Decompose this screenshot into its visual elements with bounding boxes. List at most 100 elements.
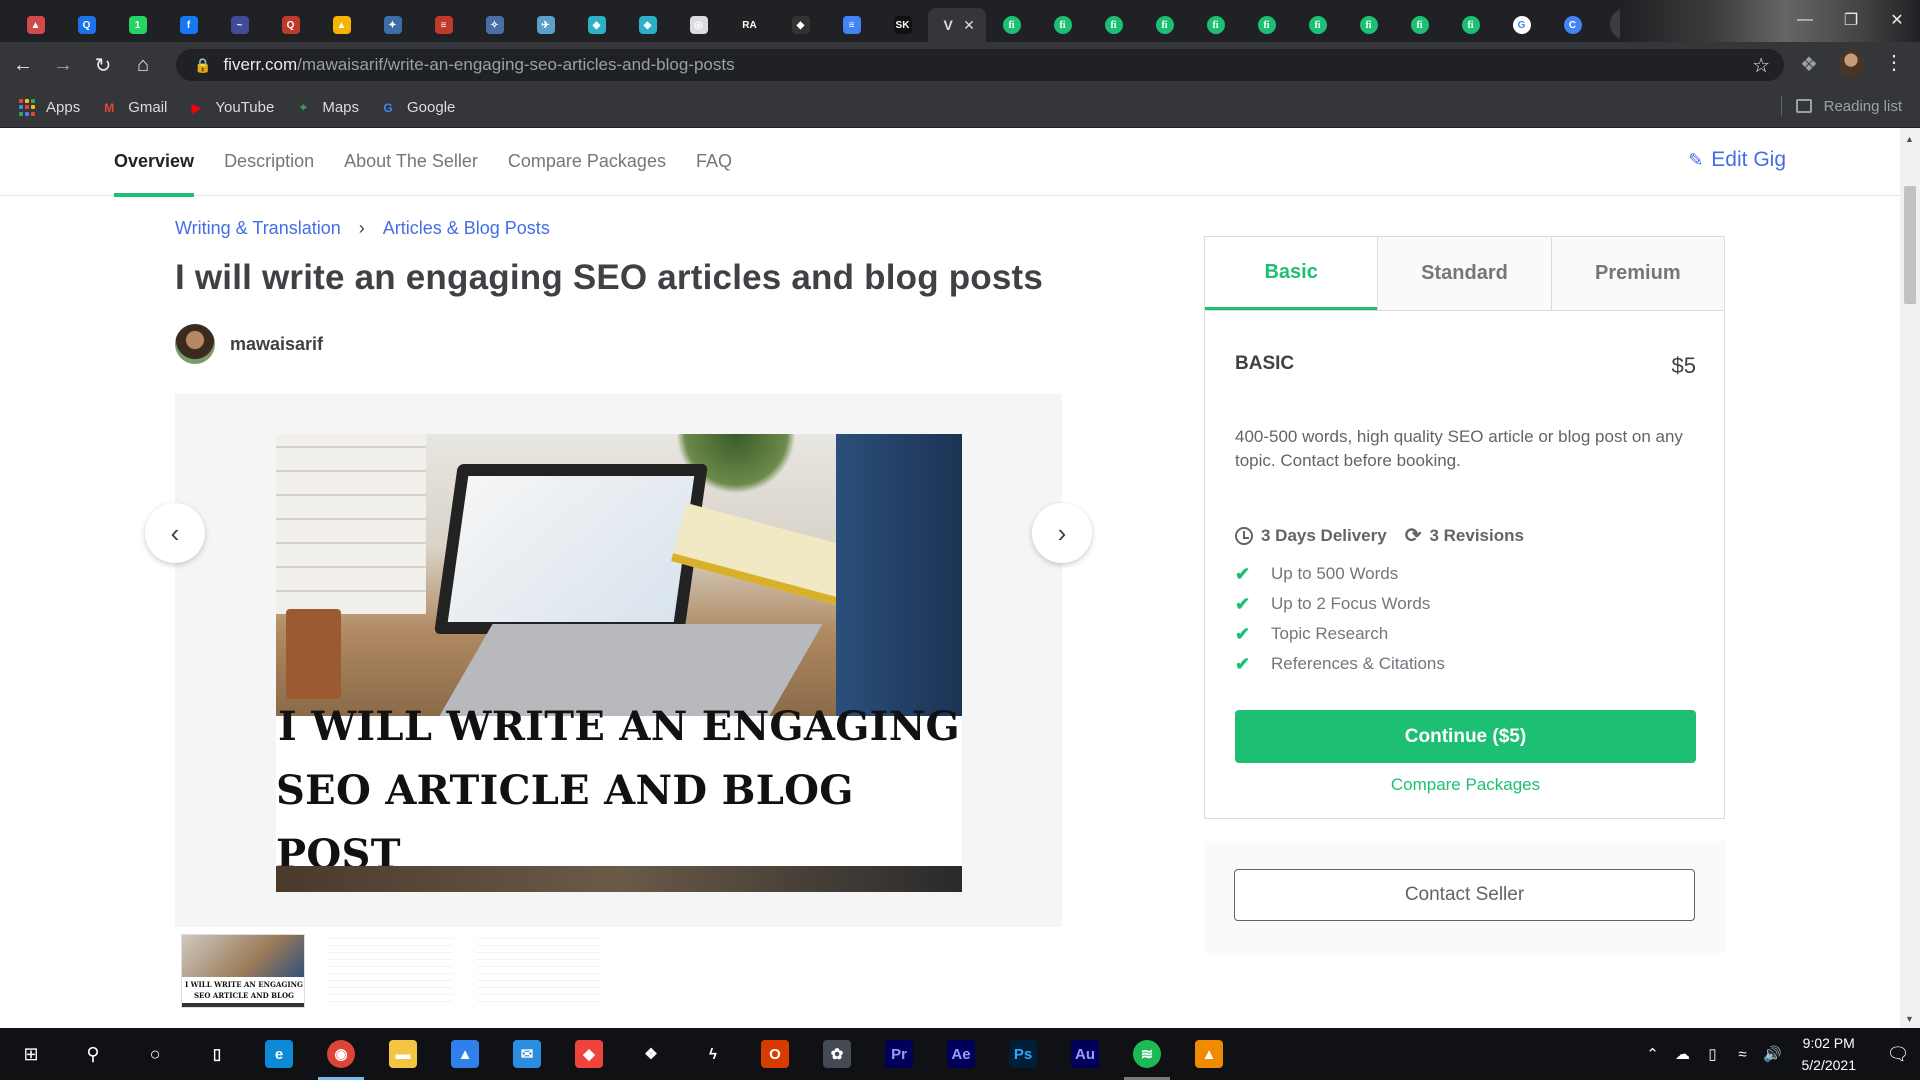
seller-info[interactable]: mawaisarif [175,324,323,364]
taskbar-spotify[interactable]: ≋ [1116,1028,1178,1080]
taskbar-after-effects[interactable]: Ae [930,1028,992,1080]
bookmark-youtube[interactable]: ▶ YouTube [187,99,275,117]
notifications-icon[interactable]: 🗨 [1876,1044,1920,1065]
browser-tab[interactable]: ~ [214,8,265,42]
wifi-icon[interactable]: ≈ [1728,1046,1758,1063]
browser-tab-active[interactable]: V ✕ [928,8,986,42]
contact-seller-button[interactable]: Contact Seller [1234,869,1695,921]
taskbar-office[interactable]: O [744,1028,806,1080]
taskbar-clock[interactable]: 9:02 PM 5/2/2021 [1802,1032,1857,1076]
taskbar-edge[interactable]: e [248,1028,310,1080]
taskbar-photoshop[interactable]: Ps [992,1028,1054,1080]
search-button[interactable]: ⚲ [62,1028,124,1080]
gig-main-image[interactable]: I WILL WRITE AN ENGAGING SEO ARTICLE AND… [276,434,962,892]
taskbar-audition[interactable]: Au [1054,1028,1116,1080]
menu-kebab-icon[interactable]: ⋮ [1884,50,1904,75]
tray-app-icon[interactable]: ☁ [1668,1045,1698,1063]
reading-list[interactable]: Reading list [1780,96,1902,116]
bookmark-maps[interactable]: ⌖ Maps [294,99,359,117]
browser-tab[interactable]: ✦ [367,8,418,42]
package-tab-standard[interactable]: Standard [1377,237,1551,310]
subnav-about-the-seller[interactable]: About The Seller [344,128,478,196]
browser-tab-fiverr[interactable]: fi [1037,8,1088,42]
browser-tab[interactable]: ◆ [775,8,826,42]
browser-tab-fiverr[interactable]: fi [1088,8,1139,42]
profile-avatar[interactable] [1838,51,1864,77]
browser-tab[interactable]: ✧ [469,8,520,42]
browser-tab[interactable]: f [163,8,214,42]
back-icon[interactable]: ← [6,48,40,82]
taskbar-app-blue[interactable]: ▲ [434,1028,496,1080]
taskbar-app-bolt[interactable]: ϟ [682,1028,744,1080]
taskbar-file-explorer[interactable]: ▬ [372,1028,434,1080]
gallery-next-button[interactable]: › [1032,503,1092,563]
taskbar-anydesk[interactable]: ◆ [558,1028,620,1080]
browser-tab[interactable]: SK [877,8,928,42]
close-tab-icon[interactable]: ✕ [963,17,975,34]
thumbnail-3[interactable] [477,934,601,1008]
taskbar-task-view[interactable]: ▯ [186,1028,248,1080]
reload-icon[interactable]: ↻ [86,48,120,82]
browser-tab[interactable]: ◆ [622,8,673,42]
bookmark-gmail[interactable]: M Gmail [100,99,167,117]
browser-tab-fiverr[interactable]: fi [1190,8,1241,42]
scroll-up-icon[interactable]: ▲ [1905,134,1914,144]
seller-name[interactable]: mawaisarif [230,334,323,355]
browser-tab[interactable]: ✈ [520,8,571,42]
browser-tab[interactable]: 1 [112,8,163,42]
page-scrollbar[interactable]: ▲ ▼ [1900,128,1920,1028]
browser-tab[interactable]: ≡ [418,8,469,42]
subnav-faq[interactable]: FAQ [696,128,732,196]
restore-icon[interactable]: ❐ [1828,0,1874,40]
taskbar-mail[interactable]: ✉ [496,1028,558,1080]
browser-tab-fiverr[interactable]: fi [1394,8,1445,42]
browser-tab-fiverr[interactable]: fi [1343,8,1394,42]
browser-tab[interactable]: ◆ [571,8,622,42]
minimize-icon[interactable]: — [1782,0,1828,40]
seller-avatar[interactable] [175,324,215,364]
start-button[interactable]: ⊞ [0,1028,62,1080]
browser-tab[interactable]: ▲ [316,8,367,42]
browser-tab[interactable]: C [1547,8,1598,42]
bookmark-star-icon[interactable]: ☆ [1752,53,1770,78]
breadcrumb-category[interactable]: Writing & Translation [175,218,341,239]
bookmark-apps[interactable]: Apps [18,98,80,117]
cortana-button[interactable]: ○ [124,1028,186,1080]
taskbar-davinci[interactable]: ✿ [806,1028,868,1080]
browser-tab[interactable]: G [1496,8,1547,42]
home-icon[interactable]: ⌂ [126,48,160,82]
battery-icon[interactable]: ▯ [1698,1045,1728,1063]
taskbar-vlc[interactable]: ▲ [1178,1028,1240,1080]
browser-tab-fiverr[interactable]: fi [1139,8,1190,42]
browser-tab[interactable]: ▲ [10,8,61,42]
compare-packages-link[interactable]: Compare Packages [1235,775,1696,795]
breadcrumb-subcategory[interactable]: Articles & Blog Posts [383,218,550,239]
browser-tab[interactable]: Q [61,8,112,42]
subnav-compare-packages[interactable]: Compare Packages [508,128,666,196]
browser-tab-fiverr[interactable]: fi [1445,8,1496,42]
scroll-down-icon[interactable]: ▼ [1905,1014,1914,1024]
gallery-prev-button[interactable]: ‹ [145,503,205,563]
subnav-description[interactable]: Description [224,128,314,196]
forward-icon[interactable]: → [46,48,80,82]
edit-gig-link[interactable]: ✎ Edit Gig [1688,148,1786,172]
taskbar-chrome[interactable]: ◉ [310,1028,372,1080]
lock-icon[interactable]: 🔒 [194,57,211,74]
extensions-icon[interactable]: ❖ [1800,52,1818,77]
package-tab-premium[interactable]: Premium [1550,237,1724,310]
browser-tab-fiverr[interactable]: fi [986,8,1037,42]
package-tab-basic[interactable]: Basic [1205,237,1378,310]
volume-icon[interactable]: 🔊 [1758,1045,1788,1063]
browser-tab[interactable]: Q [265,8,316,42]
continue-button[interactable]: Continue ($5) [1235,710,1696,763]
browser-tab-fiverr[interactable]: fi [1241,8,1292,42]
tray-chevron-icon[interactable]: ⌃ [1638,1045,1668,1063]
browser-tab[interactable]: ≡ [826,8,877,42]
taskbar-dropbox[interactable]: ❖ [620,1028,682,1080]
thumbnail-1[interactable]: I WILL WRITE AN ENGAGING SEO ARTICLE AND … [181,934,305,1008]
subnav-overview[interactable]: Overview [114,128,195,197]
close-window-icon[interactable]: ✕ [1874,0,1920,40]
thumbnail-2[interactable] [329,934,453,1008]
address-bar[interactable]: 🔒 fiverr.com/mawaisarif/write-an-engagin… [176,49,1784,81]
scrollbar-thumb[interactable] [1904,186,1916,304]
